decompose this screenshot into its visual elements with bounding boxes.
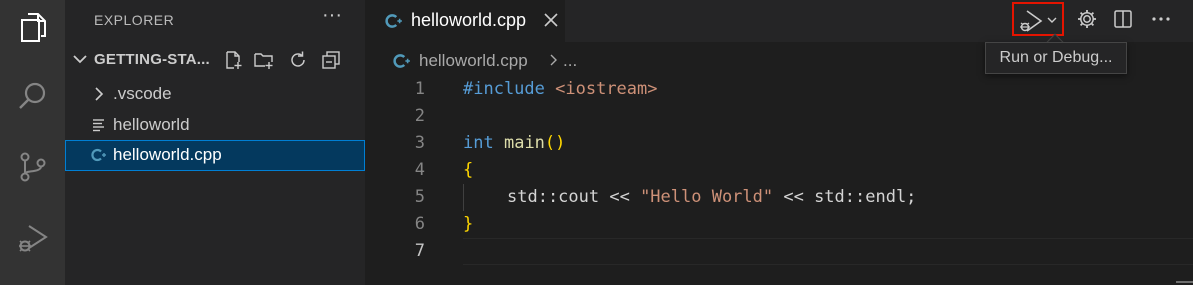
source-control-icon[interactable] (0, 140, 65, 194)
code-line-current: 7 (365, 238, 1193, 265)
refresh-button[interactable] (286, 48, 310, 72)
tree-item-label: helloworld (113, 115, 190, 134)
new-folder-button[interactable] (252, 48, 276, 72)
tree-item-label: .vscode (113, 84, 172, 103)
tabs-bar: helloworld.cpp (365, 0, 1193, 42)
new-file-icon (226, 51, 242, 69)
scrollbar-marker[interactable] (1176, 281, 1193, 283)
folder-header[interactable]: GETTING-STA... (65, 46, 365, 74)
new-folder-icon (254, 53, 273, 69)
line-number: 2 (414, 106, 425, 126)
editor-group: helloworld.cpp helloworld.cpp ... 1 #inc… (365, 0, 1193, 285)
tree-item-helloworld-cpp[interactable]: helloworld.cpp (65, 140, 365, 171)
current-line-highlight (463, 238, 1193, 265)
ellipsis-icon (1152, 17, 1170, 21)
code-text: #include <iostream> (463, 79, 658, 99)
tree-item-helloworld[interactable]: helloworld (65, 110, 365, 141)
sidebar-title: EXPLORER (94, 12, 175, 28)
activity-bar (0, 0, 65, 285)
run-or-debug-button[interactable] (1012, 2, 1064, 36)
split-editor-icon (1114, 10, 1132, 28)
explorer-icon[interactable] (0, 0, 65, 54)
line-number: 3 (414, 133, 425, 153)
line-number: 5 (414, 187, 425, 207)
run-debug-icon (1020, 10, 1043, 32)
run-debug-icon[interactable] (0, 211, 65, 265)
split-editor-button[interactable] (1110, 6, 1136, 32)
tab-label: helloworld.cpp (411, 10, 527, 30)
explorer-sidebar: EXPLORER ··· GETTING-STA... .vscode hell… (65, 0, 365, 285)
chevron-right-icon (95, 87, 104, 101)
folder-name: GETTING-STA... (94, 51, 210, 68)
settings-button[interactable] (1074, 6, 1100, 32)
line-number: 6 (414, 214, 425, 234)
chevron-right-icon (550, 54, 557, 66)
gear-icon (1078, 10, 1096, 28)
cpp-file-icon (393, 54, 410, 68)
chevron-down-icon (1047, 17, 1057, 23)
code-text: int main() (463, 133, 566, 153)
code-text: { (463, 160, 474, 180)
close-icon[interactable] (541, 10, 561, 30)
run-or-debug-tooltip: Run or Debug... (985, 42, 1127, 74)
breadcrumb-file[interactable]: helloworld.cpp (419, 51, 528, 71)
file-lines-icon (93, 119, 104, 132)
code-line: 5 std::cout << "Hello World" << std::end… (365, 184, 1193, 211)
code-line: 3 int main() (365, 130, 1193, 157)
cpp-file-icon (385, 14, 402, 28)
breadcrumb-more[interactable]: ... (563, 51, 577, 71)
tab-helloworld-cpp[interactable]: helloworld.cpp (365, 0, 565, 42)
cpp-file-icon (91, 148, 106, 162)
code-text: } (463, 214, 474, 234)
code-line: 4 { (365, 157, 1193, 184)
more-actions-button[interactable]: ··· (319, 5, 345, 30)
code-text: std::cout << "Hello World" << std::endl; (507, 187, 917, 207)
collapse-all-button[interactable] (319, 48, 343, 72)
code-line: 1 #include <iostream> (365, 76, 1193, 103)
tree-item-vscode-folder[interactable]: .vscode (65, 79, 365, 110)
line-number: 7 (414, 241, 425, 261)
code-line: 6 } (365, 211, 1193, 238)
code-line: 2 (365, 103, 1193, 130)
line-number: 1 (414, 79, 425, 99)
search-icon[interactable] (0, 69, 65, 123)
code-editor[interactable]: 1 #include <iostream> 2 3 int main() 4 {… (365, 76, 1193, 285)
collapse-all-icon (322, 51, 340, 69)
new-file-button[interactable] (221, 48, 245, 72)
chevron-down-icon (73, 55, 87, 64)
vscode-window: EXPLORER ··· GETTING-STA... .vscode hell… (0, 0, 1193, 285)
more-actions-button[interactable] (1148, 6, 1174, 32)
line-number: 4 (414, 160, 425, 180)
tree-item-label: helloworld.cpp (113, 145, 222, 164)
refresh-icon (291, 51, 305, 67)
